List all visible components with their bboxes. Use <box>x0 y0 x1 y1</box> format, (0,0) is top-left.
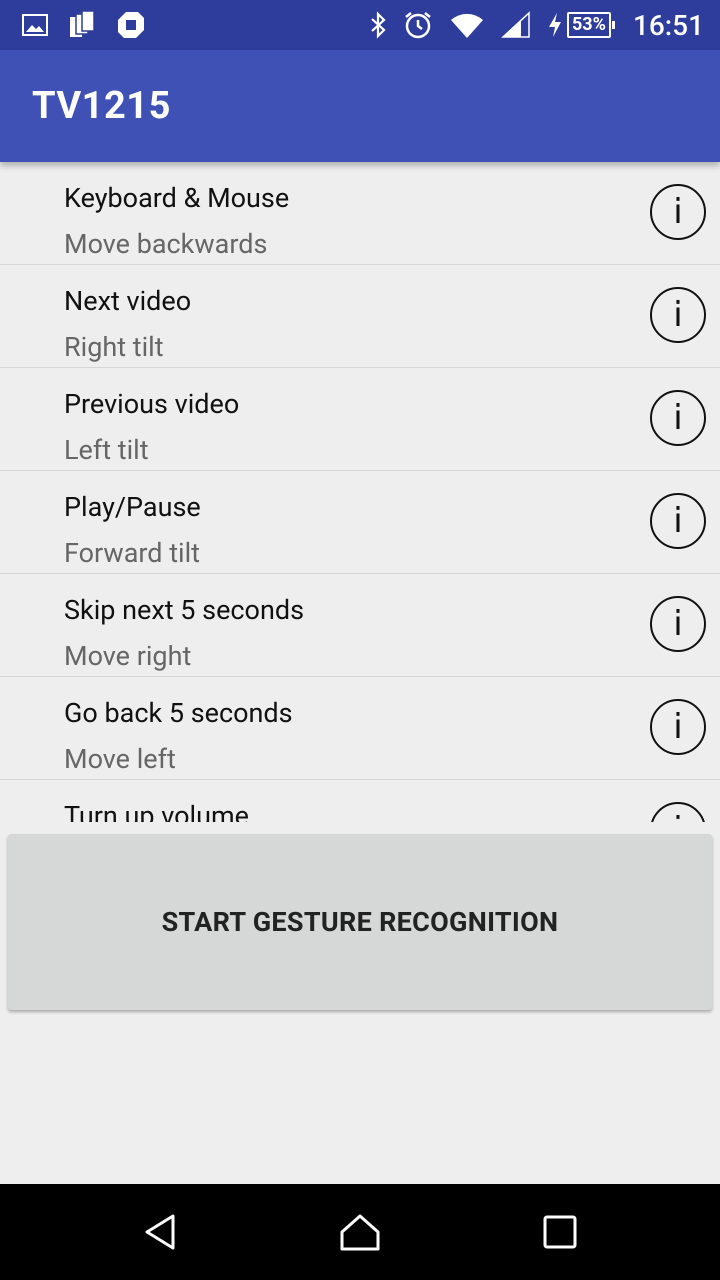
app-title: TV1215 <box>32 84 171 128</box>
status-right-icons: 53% 16:51 <box>369 8 704 42</box>
app-bar: TV1215 <box>0 50 720 162</box>
gesture-title: Previous video <box>64 388 240 420</box>
gesture-subtitle: Move right <box>64 640 192 672</box>
gesture-title: Turn up volume <box>64 800 249 822</box>
battery-percent: 53% <box>566 12 615 38</box>
sim-cards-icon <box>68 11 96 39</box>
info-icon[interactable]: i <box>650 699 706 755</box>
home-icon[interactable] <box>300 1184 420 1280</box>
info-icon[interactable]: i <box>650 287 706 343</box>
clock: 16:51 <box>632 8 704 42</box>
gesture-title: Next video <box>64 285 192 317</box>
gesture-subtitle: Move left <box>64 743 176 775</box>
info-icon[interactable]: i <box>650 802 706 822</box>
battery-indicator: 53% <box>547 12 615 38</box>
gesture-subtitle: Right tilt <box>64 331 164 363</box>
gesture-title: Play/Pause <box>64 491 201 523</box>
gesture-row-go-back[interactable]: Go back 5 seconds Move left i <box>0 677 720 780</box>
gesture-title: Go back 5 seconds <box>64 697 293 729</box>
info-icon[interactable]: i <box>650 493 706 549</box>
gesture-row-previous-video[interactable]: Previous video Left tilt i <box>0 368 720 471</box>
gesture-title: Skip next 5 seconds <box>64 594 305 626</box>
gesture-row-next-video[interactable]: Next video Right tilt i <box>0 265 720 368</box>
alarm-icon <box>403 10 433 40</box>
info-icon[interactable]: i <box>650 390 706 446</box>
wifi-icon <box>449 11 485 39</box>
back-icon[interactable] <box>100 1184 220 1280</box>
gesture-title: Keyboard & Mouse <box>64 182 290 214</box>
gesture-list[interactable]: Keyboard & Mouse Move backwards i Next v… <box>0 162 720 822</box>
gesture-row-turn-up-volume[interactable]: Turn up volume i <box>0 780 720 822</box>
signal-icon <box>501 11 531 39</box>
bluetooth-icon <box>369 11 387 39</box>
gesture-subtitle: Left tilt <box>64 434 149 466</box>
gesture-subtitle: Forward tilt <box>64 537 201 569</box>
recents-icon[interactable] <box>500 1184 620 1280</box>
info-icon[interactable]: i <box>650 596 706 652</box>
gesture-row-play-pause[interactable]: Play/Pause Forward tilt i <box>0 471 720 574</box>
info-icon[interactable]: i <box>650 184 706 240</box>
start-gesture-recognition-button[interactable]: START GESTURE RECOGNITION <box>8 834 712 1010</box>
image-icon <box>22 14 48 36</box>
gesture-subtitle: Move backwards <box>64 228 268 260</box>
chase-logo-icon <box>116 10 146 40</box>
charging-icon <box>547 12 563 38</box>
navigation-bar <box>0 1184 720 1280</box>
gesture-row-skip-next[interactable]: Skip next 5 seconds Move right i <box>0 574 720 677</box>
status-left-icons <box>22 10 146 40</box>
gesture-row-keyboard-mouse[interactable]: Keyboard & Mouse Move backwards i <box>0 162 720 265</box>
status-bar: 53% 16:51 <box>0 0 720 50</box>
